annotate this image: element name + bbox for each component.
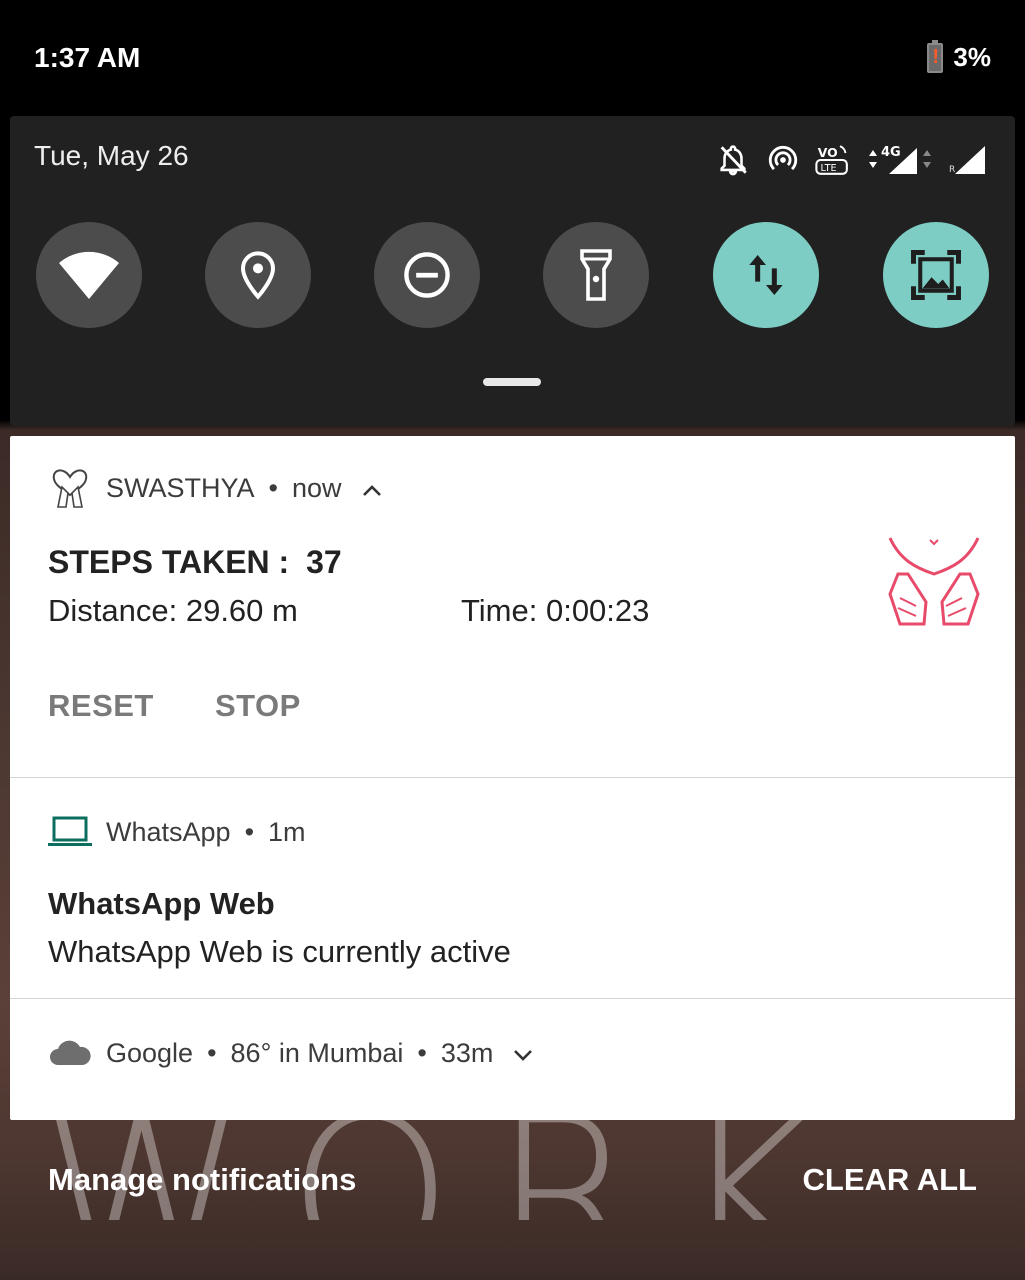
battery-percent: 3% [953, 42, 991, 72]
wifi-icon [59, 251, 119, 299]
swasthya-logo-image [888, 537, 980, 626]
manage-notifications-button[interactable]: Manage notifications [48, 1162, 356, 1198]
dnd-tile[interactable] [374, 222, 480, 328]
battery-status: ! 3% [927, 39, 991, 73]
status-bar: 1:37 AM ! 3% [0, 0, 1025, 116]
quick-settings-panel: Tue, May 26 VO LTE 4G R [10, 116, 1015, 426]
mobile-data-tile[interactable] [713, 222, 819, 328]
svg-text:VO: VO [818, 145, 838, 160]
whatsapp-title: WhatsApp Web [48, 886, 275, 921]
cloud-icon [48, 1031, 92, 1075]
svg-text:LTE: LTE [821, 163, 837, 174]
flashlight-tile[interactable] [543, 222, 649, 328]
separator-dot: • [417, 1037, 427, 1068]
weather-summary: 86° in Mumbai [230, 1037, 404, 1068]
separator-dot: • [207, 1037, 217, 1068]
screen-capture-tile[interactable] [883, 222, 989, 328]
reset-button[interactable]: RESET [48, 688, 154, 724]
chevron-up-icon[interactable] [362, 473, 382, 504]
steps-label: STEPS TAKEN : [48, 544, 290, 580]
hotspot-icon [765, 142, 801, 178]
4g-data-icon: 4G [865, 142, 935, 178]
bell-off-icon [715, 142, 751, 178]
flashlight-icon [580, 249, 612, 301]
notification-time: 1m [268, 816, 306, 847]
do-not-disturb-icon [404, 252, 450, 298]
volte-icon: VO LTE [815, 142, 851, 178]
screen-capture-icon [911, 250, 961, 300]
location-tile[interactable] [205, 222, 311, 328]
svg-text:R: R [949, 165, 955, 175]
qs-date: Tue, May 26 [34, 140, 189, 171]
notification-time: now [291, 472, 342, 503]
separator-dot: • [244, 816, 255, 847]
notification-header: SWASTHYA • now [48, 466, 382, 510]
app-name: SWASTHYA [106, 472, 255, 503]
google-header: Google • 86° in Mumbai • 33m [48, 1031, 533, 1075]
whatsapp-header: WhatsApp • 1m [48, 810, 306, 854]
whatsapp-text: WhatsApp Web is currently active [48, 934, 511, 969]
stop-button[interactable]: STOP [215, 688, 301, 724]
chevron-down-icon[interactable] [513, 1038, 533, 1069]
app-name: Google [106, 1037, 194, 1068]
location-icon [240, 251, 276, 300]
data-transfer-icon [749, 255, 783, 295]
network-type-label: 4G [881, 145, 901, 160]
wifi-tile[interactable] [36, 222, 142, 328]
qs-status-icons: VO LTE 4G R [715, 142, 989, 178]
app-name: WhatsApp [106, 816, 231, 847]
steps-value: 37 [306, 544, 342, 580]
notification-time: 33m [440, 1037, 494, 1068]
battery-icon: ! [927, 39, 944, 73]
distance-text: Distance: 29.60 m [48, 593, 298, 628]
notification-list: SWASTHYA • now STEPS TAKEN : 37 Distance… [10, 436, 1015, 1120]
laptop-icon [48, 810, 92, 854]
quick-tiles [36, 222, 996, 328]
steps-title: STEPS TAKEN : 37 [48, 544, 342, 581]
roaming-signal-icon: R [949, 142, 989, 178]
swasthya-notification[interactable]: SWASTHYA • now STEPS TAKEN : 37 Distance… [10, 436, 1015, 777]
clear-all-button[interactable]: CLEAR ALL [803, 1162, 978, 1198]
elapsed-time-text: Time: 0:00:23 [461, 593, 650, 628]
expand-handle[interactable] [483, 378, 541, 386]
status-time: 1:37 AM [34, 42, 141, 73]
separator-dot: • [268, 472, 278, 503]
swasthya-app-icon [48, 466, 92, 510]
